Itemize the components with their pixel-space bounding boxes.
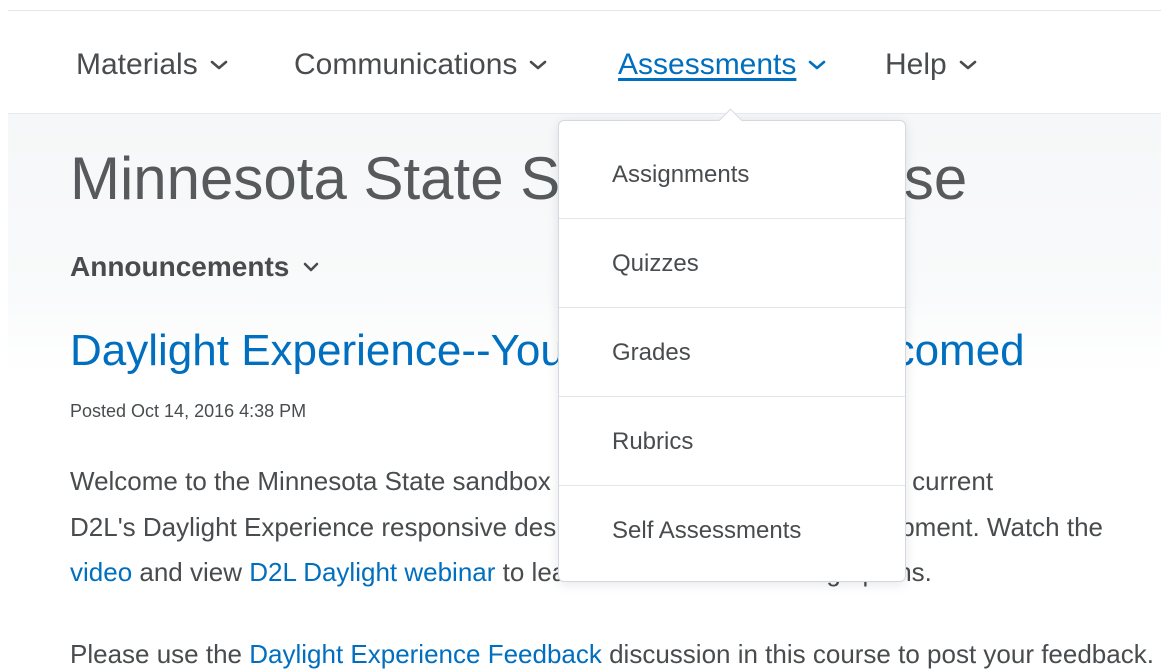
announcement-body-line: Please use the Daylight Experience Feedb…	[70, 639, 1154, 670]
announcement-posted-date: Posted Oct 14, 2016 4:38 PM	[70, 401, 307, 421]
menu-item-self-assessments[interactable]: Self Assessments	[559, 487, 905, 575]
menu-item-assignments[interactable]: Assignments	[559, 131, 905, 219]
body-text: Please use the	[70, 639, 250, 669]
menu-item-grades[interactable]: Grades	[559, 309, 905, 397]
nav-item-help[interactable]: Help	[885, 45, 977, 85]
chevron-down-icon	[210, 60, 228, 70]
widget-heading-label: Announcements	[70, 251, 290, 282]
chevron-down-icon	[959, 60, 977, 70]
nav-item-label: Help	[885, 48, 947, 81]
body-text: and view	[132, 557, 250, 587]
nav-item-materials[interactable]: Materials	[76, 45, 228, 85]
menu-item-quizzes[interactable]: Quizzes	[559, 220, 905, 308]
video-link[interactable]: video	[70, 557, 132, 587]
announcements-widget-header[interactable]: Announcements	[70, 251, 319, 283]
chevron-down-icon[interactable]	[303, 261, 319, 273]
course-navbar: Materials Communications Assessments Hel…	[8, 11, 1161, 114]
nav-item-label: Materials	[76, 48, 198, 81]
assessments-dropdown-menu: Assignments Quizzes Grades Rubrics Self …	[558, 108, 906, 582]
feedback-discussion-link[interactable]: Daylight Experience Feedback	[249, 639, 602, 669]
nav-item-label: Assessments	[618, 48, 797, 81]
menu-item-rubrics[interactable]: Rubrics	[559, 398, 905, 486]
chevron-down-icon	[809, 60, 826, 70]
nav-item-communications[interactable]: Communications	[294, 45, 547, 85]
body-text: discussion in this course to post your f…	[601, 639, 1154, 669]
d2l-daylight-webinar-link[interactable]: D2L Daylight webinar	[249, 557, 495, 587]
nav-item-label: Communications	[294, 48, 518, 81]
nav-item-assessments[interactable]: Assessments	[618, 45, 826, 85]
chevron-down-icon	[530, 60, 547, 70]
